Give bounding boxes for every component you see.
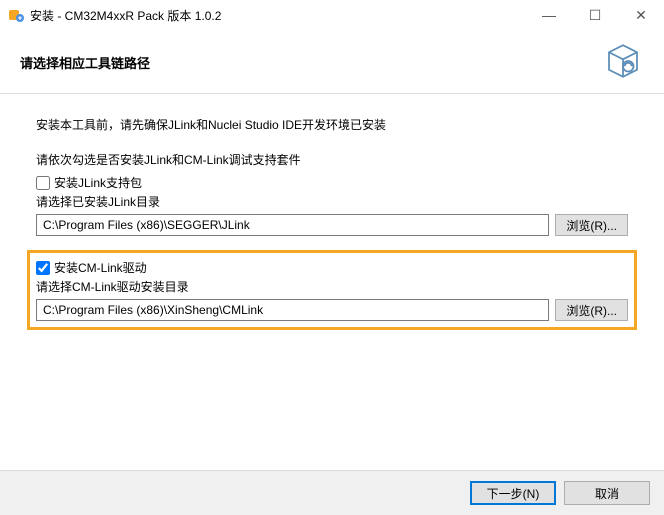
instruction-text: 请依次勾选是否安装JLink和CM-Link调试支持套件 bbox=[36, 151, 628, 168]
next-button[interactable]: 下一步(N) bbox=[470, 481, 556, 505]
window-buttons: — ☐ ✕ bbox=[526, 0, 664, 30]
app-icon bbox=[8, 7, 24, 23]
jlink-checkbox-row: 安装JLink支持包 bbox=[36, 174, 628, 191]
jlink-path-row: 浏览(R)... bbox=[36, 214, 628, 236]
content: 安装本工具前，请先确保JLink和Nuclei Studio IDE开发环境已安… bbox=[0, 100, 664, 330]
jlink-checkbox[interactable] bbox=[36, 176, 50, 190]
cmlink-browse-button[interactable]: 浏览(R)... bbox=[555, 299, 628, 321]
intro-text: 安装本工具前，请先确保JLink和Nuclei Studio IDE开发环境已安… bbox=[36, 116, 628, 133]
window-title: 安装 - CM32M4xxR Pack 版本 1.0.2 bbox=[30, 7, 526, 24]
minimize-button[interactable]: — bbox=[526, 0, 572, 30]
jlink-sublabel: 请选择已安装JLink目录 bbox=[36, 193, 628, 210]
cmlink-highlight: 安装CM-Link驱动 请选择CM-Link驱动安装目录 浏览(R)... bbox=[27, 250, 637, 330]
cmlink-path-row: 浏览(R)... bbox=[36, 299, 628, 321]
cmlink-sublabel: 请选择CM-Link驱动安装目录 bbox=[36, 278, 628, 295]
jlink-checkbox-label[interactable]: 安装JLink支持包 bbox=[54, 174, 142, 191]
cmlink-checkbox-row: 安装CM-Link驱动 bbox=[36, 259, 628, 276]
package-icon bbox=[602, 40, 644, 85]
jlink-path-input[interactable] bbox=[36, 214, 549, 236]
maximize-button[interactable]: ☐ bbox=[572, 0, 618, 30]
footer: 下一步(N) 取消 bbox=[0, 470, 664, 515]
header-divider bbox=[0, 93, 664, 94]
cmlink-checkbox-label[interactable]: 安装CM-Link驱动 bbox=[54, 259, 147, 276]
close-button[interactable]: ✕ bbox=[618, 0, 664, 30]
cancel-button[interactable]: 取消 bbox=[564, 481, 650, 505]
page-title: 请选择相应工具链路径 bbox=[20, 53, 150, 72]
titlebar: 安装 - CM32M4xxR Pack 版本 1.0.2 — ☐ ✕ bbox=[0, 0, 664, 30]
cmlink-checkbox[interactable] bbox=[36, 261, 50, 275]
cmlink-path-input[interactable] bbox=[36, 299, 549, 321]
header: 请选择相应工具链路径 bbox=[0, 30, 664, 93]
jlink-browse-button[interactable]: 浏览(R)... bbox=[555, 214, 628, 236]
